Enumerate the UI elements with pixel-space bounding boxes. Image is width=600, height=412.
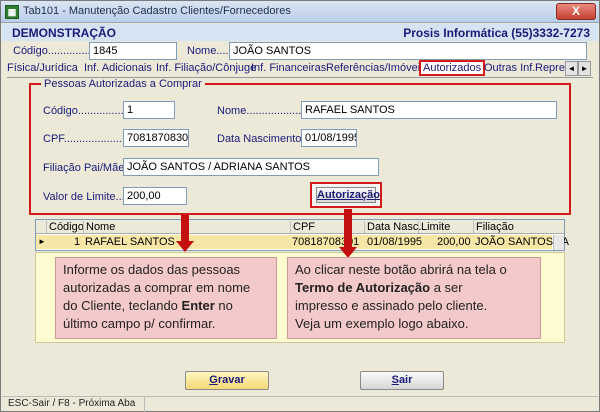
callout-right-line2-post: a ser (430, 280, 463, 295)
tab-scroll-left-icon[interactable]: ◄ (565, 61, 578, 76)
cell-codigo: 1 (74, 236, 81, 248)
client-code-field[interactable]: 1845 (89, 42, 177, 60)
callout-right-line2: Termo de Autorização a ser (295, 279, 533, 297)
auth-filiation-field[interactable]: JOÃO SANTOS / ADRIANA SANTOS (123, 158, 379, 176)
client-name-label: Nome.....: (187, 45, 235, 57)
auth-code-label: Código................... (43, 105, 136, 117)
sair-label: air (398, 374, 413, 386)
callout-left-line1: Informe os dados das pessoas (63, 262, 241, 277)
vendor-info: Prosis Informática (55)3332-7273 (403, 26, 590, 40)
col-limite[interactable]: Limite (418, 221, 450, 233)
company-name: DEMONSTRAÇÃO (12, 26, 116, 40)
tab-repre[interactable]: Repre (535, 62, 565, 74)
callout-right-line3: impresso e assinado pelo cliente. (295, 298, 488, 313)
tab-bar: Física/Jurídica Inf. Adicionais Inf. Fil… (7, 60, 593, 78)
auth-cpf-field[interactable]: 70818708301 (123, 129, 189, 147)
auth-name-field[interactable]: RAFAEL SANTOS (301, 101, 557, 119)
close-button[interactable]: X (556, 3, 596, 20)
gravar-button[interactable]: Gravar (185, 371, 269, 390)
auth-birthdate-label: Data Nascimento: (217, 133, 305, 145)
callout-left-line3-pre: do Cliente, teclando (63, 298, 182, 313)
col-codigo[interactable]: Código (46, 221, 84, 233)
company-header: DEMONSTRAÇÃO Prosis Informática (55)3332… (2, 24, 598, 41)
table-row[interactable]: ► 1 RAFAEL SANTOS 70818708301 01/08/1995… (36, 235, 569, 249)
title-bar: ▦ Tab101 - Manutenção Cadastro Clientes/… (1, 1, 599, 23)
tab-scroll-right-icon[interactable]: ► (578, 61, 591, 76)
status-text: ESC-Sair / F8 - Próxima Aba (8, 398, 136, 409)
tab-inf-filiacao[interactable]: Inf. Filiação/Cônjuge (156, 62, 256, 74)
callout-left-line3: do Cliente, teclando Enter no (63, 297, 269, 315)
callout-left: Informe os dados das pessoas autorizadas… (55, 257, 277, 339)
client-name-field[interactable]: JOÃO SANTOS (229, 42, 587, 60)
cell-limite: 200,00 (437, 236, 471, 248)
sair-accel: S (391, 374, 399, 386)
auth-limit-field[interactable]: 200,00 (123, 187, 187, 205)
callout-right-termo: Termo de Autorização (295, 280, 431, 295)
col-cpf[interactable]: CPF (290, 221, 315, 233)
callout-left-line4: último campo p/ confirmar. (63, 316, 216, 331)
callout-left-line3-post: no (214, 298, 233, 313)
autorizacao-button[interactable]: Autorização (316, 187, 380, 203)
grid-scrollbar[interactable] (553, 235, 564, 250)
client-code-label: Código............... (13, 45, 94, 57)
callout-right: Ao clicar neste botão abrirá na tela o T… (287, 257, 541, 339)
autorizacao-button-highlight: Autorização (310, 182, 382, 208)
tab-autorizados[interactable]: Autorizados (419, 60, 486, 76)
callout-right-line1: Ao clicar neste botão abrirá na tela o (295, 262, 507, 277)
status-divider (144, 397, 145, 412)
section-legend: Pessoas Autorizadas a Comprar (41, 78, 205, 90)
gravar-accel: G (209, 374, 218, 386)
main-window: ▦ Tab101 - Manutenção Cadastro Clientes/… (0, 0, 600, 412)
auth-birthdate-field[interactable]: 01/08/1995 (301, 129, 357, 147)
status-bar: ESC-Sair / F8 - Próxima Aba (2, 396, 598, 412)
grid-header: Código Nome CPF Data Nasc. Limite Filiaç… (36, 220, 564, 234)
col-nome[interactable]: Nome (83, 221, 115, 233)
callout-left-line2: autorizadas a comprar em nome (63, 280, 251, 295)
callout-right-line4: Veja um exemplo logo abaixo. (295, 316, 469, 331)
cell-data-nasc: 01/08/1995 (367, 236, 423, 248)
tab-scroll-arrows: ◄ ► (565, 61, 593, 76)
gravar-label: ravar (217, 374, 245, 386)
tab-inf-adicionais[interactable]: Inf. Adicionais (84, 62, 152, 74)
sair-button[interactable]: Sair (360, 371, 444, 390)
table-icon: ▦ (5, 5, 19, 19)
callout-left-enter: Enter (181, 298, 215, 313)
tab-fisica-juridica[interactable]: Física/Jurídica (7, 62, 78, 74)
auth-limit-label: Valor de Limite.....: (43, 191, 134, 203)
row-pointer-icon: ► (38, 237, 46, 246)
authorized-grid[interactable]: Código Nome CPF Data Nasc. Limite Filiaç… (35, 219, 569, 251)
tab-inf-financeiras[interactable]: Inf. Financeiras (251, 62, 326, 74)
tab-outras-inf[interactable]: Outras Inf. (484, 62, 535, 74)
auth-filiation-label: Filiação Pai/Mãe: (43, 162, 128, 174)
window-title: Tab101 - Manutenção Cadastro Clientes/Fo… (23, 5, 291, 17)
cell-nome: RAFAEL SANTOS (85, 236, 175, 248)
auth-code-field[interactable]: 1 (123, 101, 175, 119)
col-filiacao[interactable]: Filiação (473, 221, 514, 233)
tab-referencias[interactable]: Referências/Imóveis (326, 62, 426, 74)
col-data-nasc[interactable]: Data Nasc. (364, 221, 421, 233)
